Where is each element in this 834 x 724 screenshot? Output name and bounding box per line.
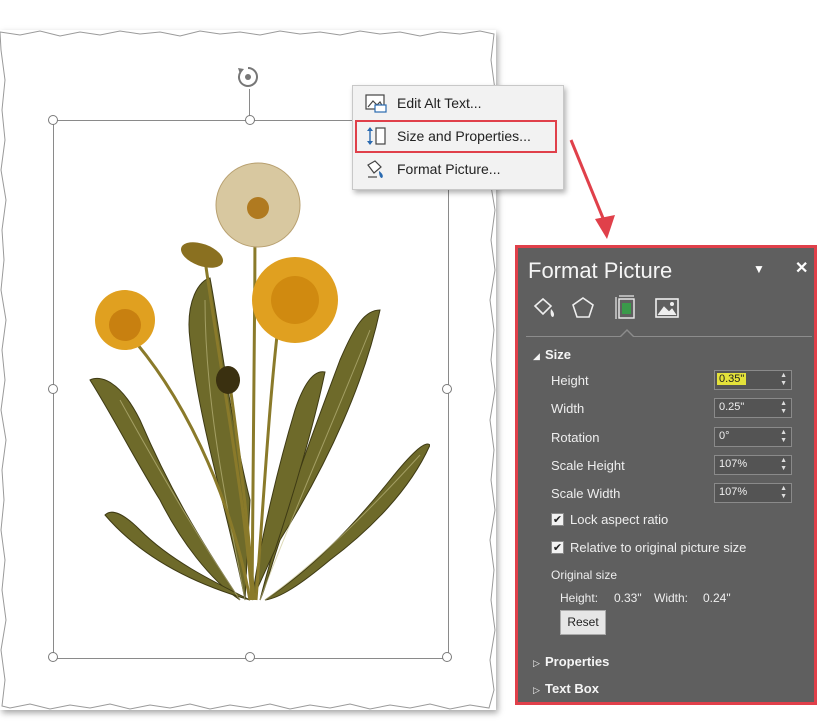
- original-height-value: 0.33": [614, 591, 642, 605]
- rotate-handle-icon[interactable]: [236, 65, 260, 89]
- spinner-arrows-icon[interactable]: ▲ ▼: [780, 372, 787, 388]
- menu-highlight-frame: [355, 120, 557, 153]
- pane-title: Format Picture: [528, 258, 673, 283]
- scale-height-value: 107%: [719, 458, 748, 470]
- resize-handle-bottom[interactable]: [245, 652, 255, 662]
- rotation-label: Rotation: [551, 430, 600, 445]
- width-value: 0.25": [719, 401, 745, 413]
- expand-triangle-icon: ▷: [533, 685, 540, 695]
- section-label: Size: [545, 347, 572, 362]
- alt-text-icon: [365, 94, 387, 113]
- scale-height-input[interactable]: 107% ▲ ▼: [714, 455, 792, 475]
- expand-triangle-icon: ▷: [533, 658, 540, 668]
- height-input[interactable]: 0.35" ▲ ▼: [714, 370, 792, 390]
- lock-aspect-ratio-checkbox[interactable]: ✔: [551, 513, 564, 526]
- reset-button[interactable]: Reset: [560, 610, 606, 635]
- callout-arrow: [569, 139, 615, 239]
- rotation-stem: [249, 89, 250, 116]
- original-width-value: 0.24": [703, 591, 731, 605]
- relative-original-checkbox[interactable]: ✔: [551, 541, 564, 554]
- size-section-header[interactable]: ◢ Size: [533, 347, 571, 362]
- scale-width-value: 107%: [719, 486, 748, 498]
- height-label: Height: [551, 373, 589, 388]
- rotation-value: 0°: [719, 430, 730, 442]
- section-label: Text Box: [545, 681, 599, 696]
- tab-divider: [526, 336, 812, 337]
- scale-width-label: Scale Width: [551, 486, 621, 501]
- spinner-arrows-icon[interactable]: ▲ ▼: [780, 485, 787, 501]
- menu-item-label: Edit Alt Text...: [397, 95, 482, 111]
- effects-icon[interactable]: [570, 295, 596, 321]
- width-label: Width: [551, 401, 585, 416]
- width-input[interactable]: 0.25" ▲ ▼: [714, 398, 792, 418]
- lock-aspect-ratio-label: Lock aspect ratio: [570, 512, 669, 527]
- resize-handle-bottom-right[interactable]: [442, 652, 452, 662]
- spinner-arrows-icon[interactable]: ▲ ▼: [780, 429, 787, 445]
- format-picture-pane: Format Picture ▼ ✕ ◢ Size Height 0.35" ▲ ▼…: [515, 245, 817, 705]
- original-size-label: Original size: [551, 568, 618, 582]
- original-height-label: Height:: [560, 591, 599, 605]
- resize-handle-right[interactable]: [442, 384, 452, 394]
- size-properties-icon[interactable]: [613, 295, 639, 321]
- resize-handle-bottom-left[interactable]: [48, 652, 58, 662]
- collapse-triangle-icon: ◢: [533, 351, 540, 361]
- properties-section-header[interactable]: ▷ Properties: [533, 654, 609, 669]
- menu-item-edit-alt-text[interactable]: Edit Alt Text...: [353, 89, 561, 117]
- scale-height-label: Scale Height: [551, 458, 625, 473]
- height-value: 0.35": [717, 373, 747, 385]
- scale-width-input[interactable]: 107% ▲ ▼: [714, 483, 792, 503]
- spinner-arrows-icon[interactable]: ▲ ▼: [780, 400, 787, 416]
- pane-options-dropdown-icon[interactable]: ▼: [753, 262, 765, 276]
- resize-handle-top[interactable]: [245, 115, 255, 125]
- menu-item-format-picture[interactable]: Format Picture...: [353, 155, 561, 183]
- fill-line-icon[interactable]: [530, 295, 556, 321]
- dandelion-picture[interactable]: [80, 160, 430, 620]
- menu-item-label: Format Picture...: [397, 161, 501, 177]
- relative-original-label: Relative to original picture size: [570, 540, 747, 555]
- textbox-section-header[interactable]: ▷ Text Box: [533, 681, 599, 696]
- rotation-input[interactable]: 0° ▲ ▼: [714, 427, 792, 447]
- resize-handle-left[interactable]: [48, 384, 58, 394]
- spinner-arrows-icon[interactable]: ▲ ▼: [780, 457, 787, 473]
- resize-handle-top-left[interactable]: [48, 115, 58, 125]
- format-picture-icon: [367, 160, 383, 178]
- original-width-label: Width:: [654, 591, 689, 605]
- close-icon[interactable]: ✕: [795, 258, 808, 278]
- section-label: Properties: [545, 654, 610, 669]
- picture-icon[interactable]: [654, 295, 680, 321]
